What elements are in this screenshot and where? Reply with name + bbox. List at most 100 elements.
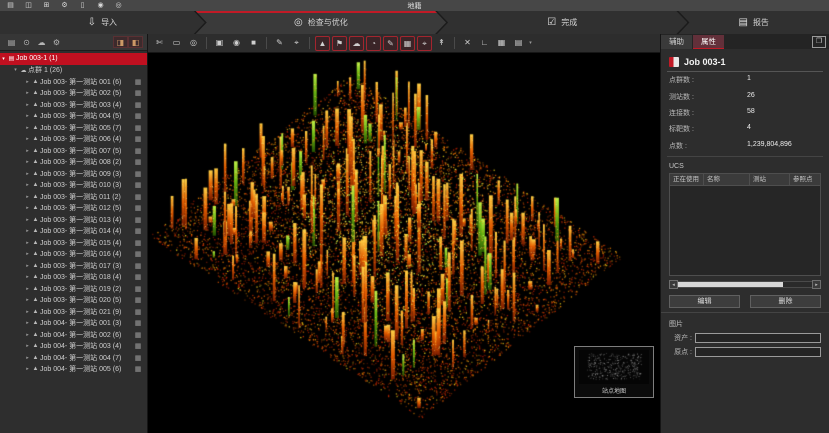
delete-icon[interactable]: ▯ xyxy=(76,1,89,10)
station-image-icon[interactable]: ▦ xyxy=(132,204,144,212)
tree-settings-icon[interactable]: ⚙ xyxy=(49,38,64,47)
tab-auxiliary[interactable]: 辅助 xyxy=(661,35,692,49)
tree-item-station[interactable]: ▸▲Job 003- 第一测站 014 (4)▦ xyxy=(0,226,147,238)
station-image-icon[interactable]: ▦ xyxy=(132,262,144,270)
expand-arrow-icon[interactable]: ▸ xyxy=(24,205,31,211)
tree-item-station[interactable]: ▸▲Job 004- 第一测站 002 (6)▦ xyxy=(0,329,147,341)
rect-select-icon[interactable]: ▭ xyxy=(169,36,184,51)
tree-item-station[interactable]: ▸▲Job 004- 第一测站 005 (6)▦ xyxy=(0,364,147,376)
tree-item-station[interactable]: ▸▲Job 003- 第一测站 017 (3)▦ xyxy=(0,260,147,272)
expand-arrow-icon[interactable]: ▸ xyxy=(24,136,31,142)
tree-item-station[interactable]: ▸▲Job 003- 第一测站 007 (5)▦ xyxy=(0,145,147,157)
station-image-icon[interactable]: ▦ xyxy=(132,250,144,258)
expand-arrow-icon[interactable]: ▸ xyxy=(24,182,31,188)
ucs-column-header[interactable]: 正在使用 xyxy=(670,174,704,185)
tree-item-station[interactable]: ▸▲Job 004- 第一测站 004 (7)▦ xyxy=(0,352,147,364)
station-image-icon[interactable]: ▦ xyxy=(132,365,144,373)
tree-item-station[interactable]: ▸▲Job 003- 第一测站 021 (9)▦ xyxy=(0,306,147,318)
frame-icon[interactable]: ▦ xyxy=(494,36,509,51)
objects-icon[interactable]: ◉ xyxy=(229,36,244,51)
info-icon[interactable]: ◎ xyxy=(112,1,125,10)
tree-item-station[interactable]: ▸▲Job 003- 第一测站 010 (3)▦ xyxy=(0,180,147,192)
station-marker-icon[interactable]: ▲ xyxy=(315,36,330,51)
station-image-icon[interactable]: ▦ xyxy=(132,158,144,166)
ucs-table[interactable]: 正在使用名称测站参照点 xyxy=(669,173,821,276)
walkthrough-icon[interactable]: ↟ xyxy=(434,36,449,51)
expand-arrow-icon[interactable]: ▸ xyxy=(24,217,31,223)
expand-arrow-icon[interactable]: ▸ xyxy=(24,343,31,349)
site-minimap[interactable]: 站点地图 xyxy=(574,346,654,398)
zoom-select-icon[interactable]: ◎ xyxy=(186,36,201,51)
tab-properties[interactable]: 属性 xyxy=(693,35,724,49)
panel-layout-icon[interactable]: ❐ xyxy=(812,36,826,48)
station-image-icon[interactable]: ▦ xyxy=(132,170,144,178)
scroll-track[interactable] xyxy=(678,281,812,288)
scatter-icon[interactable]: ✕ xyxy=(460,36,475,51)
tree-item-station[interactable]: ▸▲Job 003- 第一测站 012 (5)▦ xyxy=(0,203,147,215)
panorama-icon[interactable]: ▤ xyxy=(511,36,526,51)
expand-collapse-toggle-icon[interactable]: ◧ xyxy=(128,36,143,48)
3d-viewport[interactable]: ✄▭◎▣◉■✎⌖▲⚑☁◔✎▦⌖↟✕∟▦▤▾ 站点地图 xyxy=(148,34,660,433)
station-image-icon[interactable]: ▦ xyxy=(132,296,144,304)
tree-item-station[interactable]: ▸▲Job 003- 第一测站 019 (2)▦ xyxy=(0,283,147,295)
plane-icon[interactable]: ■ xyxy=(246,36,261,51)
expand-arrow-icon[interactable]: ▸ xyxy=(24,297,31,303)
station-image-icon[interactable]: ▦ xyxy=(132,273,144,281)
expand-arrow-icon[interactable]: ▸ xyxy=(24,113,31,119)
measure-icon[interactable]: ✎ xyxy=(272,36,287,51)
tree-item-station[interactable]: ▸▲Job 003- 第一测站 011 (2)▦ xyxy=(0,191,147,203)
expand-arrow-icon[interactable]: ▸ xyxy=(24,102,31,108)
station-image-icon[interactable]: ▦ xyxy=(132,216,144,224)
station-image-icon[interactable]: ▦ xyxy=(132,308,144,316)
tree-item-station[interactable]: ▸▲Job 004- 第一测站 001 (3)▦ xyxy=(0,318,147,330)
station-image-icon[interactable]: ▦ xyxy=(132,319,144,327)
ucs-h-scrollbar[interactable]: ◂ ▸ xyxy=(669,280,821,289)
expand-arrow-icon[interactable]: ▸ xyxy=(24,366,31,372)
expand-arrow-icon[interactable]: ▸ xyxy=(24,263,31,269)
station-image-icon[interactable]: ▦ xyxy=(132,135,144,143)
station-image-icon[interactable]: ▦ xyxy=(132,342,144,350)
expand-arrow-icon[interactable]: ▸ xyxy=(24,159,31,165)
edit-button[interactable]: 编辑 xyxy=(669,295,740,308)
expand-arrow-icon[interactable]: ▸ xyxy=(24,171,31,177)
tree-item-job-root[interactable]: ▾▤Job 003-1 (1)▦ xyxy=(0,53,147,65)
scroll-thumb[interactable] xyxy=(678,282,783,287)
delete-button[interactable]: 删除 xyxy=(750,295,821,308)
tree-item-station[interactable]: ▸▲Job 003- 第一测站 008 (2)▦ xyxy=(0,157,147,169)
station-image-icon[interactable]: ▦ xyxy=(132,239,144,247)
ucs-column-header[interactable]: 参照点 xyxy=(790,174,820,185)
axes-icon[interactable]: ∟ xyxy=(477,36,492,51)
expand-arrow-icon[interactable]: ▸ xyxy=(24,286,31,292)
tree-item-station[interactable]: ▸▲Job 003- 第一测站 001 (6)▦ xyxy=(0,76,147,88)
expand-arrow-icon[interactable]: ▸ xyxy=(24,355,31,361)
expand-arrow-icon[interactable]: ▸ xyxy=(24,90,31,96)
scroll-right-arrow-icon[interactable]: ▸ xyxy=(812,280,821,289)
tree-item-station[interactable]: ▸▲Job 003- 第一测站 009 (3)▦ xyxy=(0,168,147,180)
tree-item-station[interactable]: ▸▲Job 003- 第一测站 006 (4)▦ xyxy=(0,134,147,146)
save-project-icon[interactable]: ◫ xyxy=(22,1,35,10)
station-image-icon[interactable]: ▦ xyxy=(132,227,144,235)
expand-arrow-icon[interactable]: ▸ xyxy=(24,240,31,246)
station-image-icon[interactable]: ▦ xyxy=(132,193,144,201)
origin-input[interactable] xyxy=(695,347,821,357)
station-image-icon[interactable]: ▦ xyxy=(132,89,144,97)
annotate-icon[interactable]: ✎ xyxy=(383,36,398,51)
station-image-icon[interactable]: ▦ xyxy=(132,354,144,362)
tree-item-station[interactable]: ▸▲Job 003- 第一测站 013 (4)▦ xyxy=(0,214,147,226)
show-images-toggle-icon[interactable]: ◨ xyxy=(113,36,128,48)
expand-arrow-icon[interactable]: ▸ xyxy=(24,148,31,154)
expand-arrow-icon[interactable]: ▾ xyxy=(12,67,19,73)
station-image-icon[interactable]: ▦ xyxy=(132,101,144,109)
tree-item-station[interactable]: ▸▲Job 003- 第一测站 005 (7)▦ xyxy=(0,122,147,134)
station-image-icon[interactable]: ▦ xyxy=(132,147,144,155)
tree-item-point-group[interactable]: ▾☁点群 1 (26)▦ xyxy=(0,65,147,77)
step-report[interactable]: ▤ 报告 xyxy=(678,11,829,34)
tag-icon[interactable]: ⚑ xyxy=(332,36,347,51)
expand-arrow-icon[interactable]: ▸ xyxy=(24,125,31,131)
expand-arrow-icon[interactable]: ▸ xyxy=(24,251,31,257)
link-stations-icon[interactable]: ⊙ xyxy=(19,38,34,47)
help-icon[interactable]: ◉ xyxy=(94,1,107,10)
expand-arrow-icon[interactable]: ▸ xyxy=(24,194,31,200)
point-cloud-icon[interactable]: ☁ xyxy=(349,36,364,51)
station-image-icon[interactable]: ▦ xyxy=(132,124,144,132)
